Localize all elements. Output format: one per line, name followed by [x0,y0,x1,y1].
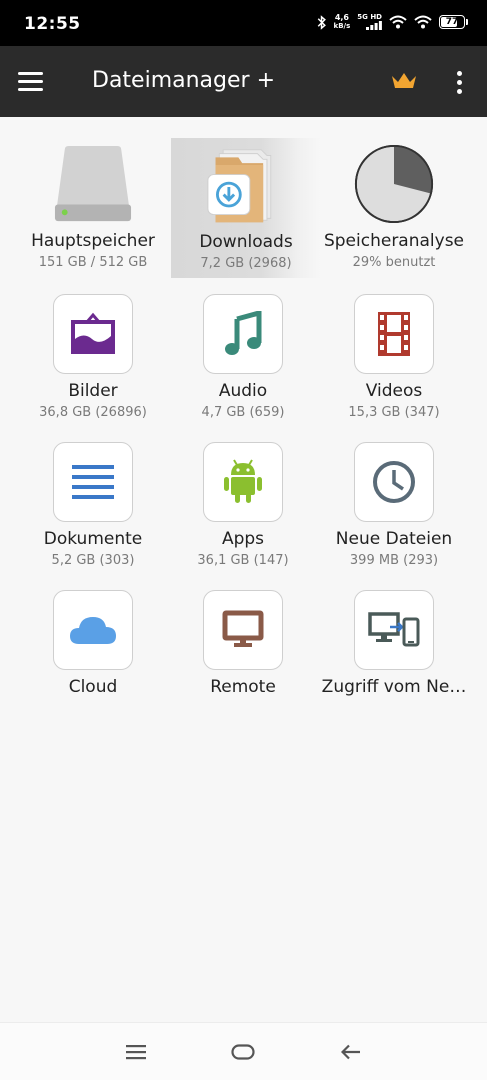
devices-icon [354,590,434,670]
hard-drive-icon [53,144,133,224]
recents-icon [126,1045,146,1060]
home-button[interactable] [223,1037,263,1067]
picture-frame-icon [53,294,133,374]
tile-apps[interactable]: Apps 36,1 GB (147) [168,422,318,568]
status-icons: 4,6 kB/s 5G HD 77 [317,13,468,31]
tile-downloads[interactable]: Downloads 7,2 GB (2968) [171,138,321,278]
cloud-icon [53,590,133,670]
tile-hauptspeicher[interactable]: Hauptspeicher 151 GB / 512 GB [18,124,168,270]
home-icon [231,1044,255,1060]
tile-dokumente[interactable]: Dokumente 5,2 GB (303) [18,422,168,568]
premium-button[interactable] [390,70,420,94]
status-time: 12:55 [24,14,81,34]
tile-zugriff-vom-netzwerk[interactable]: Zugriff vom Ne… [319,570,469,715]
app-title: Dateimanager + [92,68,276,93]
battery-indicator: 77 [439,15,468,29]
more-vertical-icon [456,70,462,76]
cellular-signal: 5G HD [357,14,382,30]
tile-speicheranalyse[interactable]: Speicheranalyse 29% benutzt [319,124,469,270]
bluetooth-icon [317,14,326,30]
hamburger-icon [18,71,43,75]
recents-button[interactable] [116,1037,156,1067]
status-bar: 12:55 4,6 kB/s 5G HD 77 [0,0,487,46]
tile-audio[interactable]: Audio 4,7 GB (659) [168,274,318,420]
wifi-icon [389,15,407,29]
crown-icon [392,73,416,88]
app-bar: Dateimanager + [0,46,487,117]
film-strip-icon [354,294,434,374]
downloads-folder-icon [206,146,286,226]
menu-button[interactable] [18,66,54,96]
back-arrow-icon [341,1044,360,1060]
back-button[interactable] [331,1037,371,1067]
tile-cloud[interactable]: Cloud [18,570,168,715]
tile-videos[interactable]: Videos 15,3 GB (347) [319,274,469,420]
system-nav-bar [0,1022,487,1080]
clock-icon [354,442,434,522]
document-lines-icon [53,442,133,522]
tile-bilder[interactable]: Bilder 36,8 GB (26896) [18,274,168,420]
signal-bars-icon [366,21,382,30]
tile-remote[interactable]: Remote [168,570,318,715]
more-options-button[interactable] [446,66,472,98]
music-note-icon [203,294,283,374]
monitor-icon [203,590,283,670]
network-speed: 4,6 kB/s [333,13,351,31]
wifi-icon-secondary [414,15,432,29]
android-icon [203,442,283,522]
storage-pie-icon [354,144,434,224]
tile-neue-dateien[interactable]: Neue Dateien 399 MB (293) [319,422,469,568]
